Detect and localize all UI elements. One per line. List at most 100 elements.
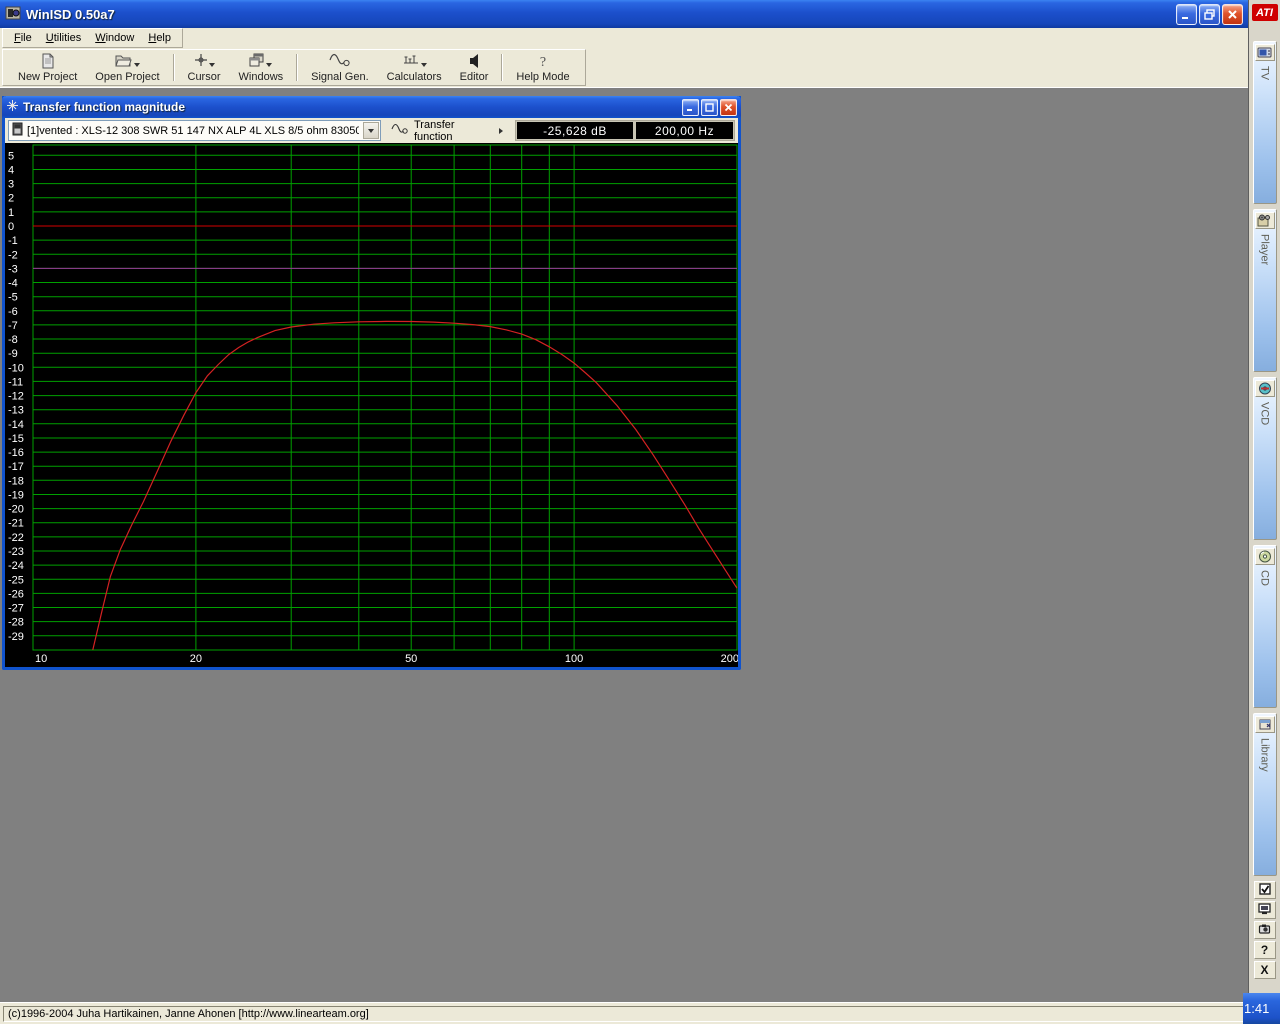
ati-desktop-button[interactable] — [1254, 921, 1276, 939]
svg-text:?: ? — [540, 55, 546, 69]
library-icon — [1255, 716, 1275, 733]
y-tick-label: -1 — [8, 235, 18, 247]
ati-launchpad: ATI TV Player VCD CD Library ? X — [1248, 0, 1280, 1024]
magnitude-readout: -25,628 dB — [517, 122, 633, 139]
ati-button-cd[interactable]: CD — [1253, 545, 1277, 708]
toolbar-separator — [501, 54, 503, 81]
child-minimize-button[interactable] — [682, 99, 699, 116]
status-bar: (c)1996-2004 Juha Hartikainen, Janne Aho… — [0, 1002, 1248, 1024]
x-tick-label: 200 — [721, 653, 738, 665]
chevron-down-icon — [368, 129, 374, 133]
y-tick-label: 4 — [8, 165, 14, 177]
cd-icon — [1255, 548, 1275, 565]
ati-logo: ATI — [1252, 4, 1278, 21]
project-selector[interactable]: [1]vented : XLS-12 308 SWR 51 147 NX ALP… — [8, 120, 381, 141]
window-controls — [1176, 4, 1243, 25]
ati-monitor-button[interactable] — [1254, 901, 1276, 919]
menu-utilities[interactable]: Utilities — [39, 30, 88, 47]
mdi-workspace: Transfer function magnitude [1]vented : … — [0, 88, 1248, 1002]
child-window-title: Transfer function magnitude — [23, 100, 185, 114]
y-tick-label: 5 — [8, 150, 14, 162]
calculators-icon — [402, 53, 420, 70]
toolbar-button-cursor[interactable]: Cursor — [179, 51, 230, 84]
toolbar-button-windows[interactable]: Windows — [230, 51, 293, 84]
ati-button-player[interactable]: Player — [1253, 209, 1277, 372]
toolbar-button-help-mode[interactable]: ?Help Mode — [507, 51, 578, 84]
y-tick-label: -28 — [8, 617, 24, 629]
toolbar-separator — [173, 54, 175, 81]
project-selector-value: [1]vented : XLS-12 308 SWR 51 147 NX ALP… — [27, 125, 359, 137]
y-tick-label: -17 — [8, 461, 24, 473]
sine-icon — [391, 123, 409, 138]
player-icon — [1255, 212, 1275, 229]
y-tick-label: -21 — [8, 518, 24, 530]
child-window-controls — [682, 99, 737, 116]
ati-checklist-button[interactable] — [1254, 881, 1276, 899]
x-tick-label: 100 — [565, 653, 583, 665]
y-tick-label: -2 — [8, 249, 18, 261]
toolbar-button-signal-gen[interactable]: Signal Gen. — [302, 51, 377, 84]
restore-button[interactable] — [1199, 4, 1220, 25]
menu-window[interactable]: Window — [88, 30, 141, 47]
y-tick-label: -20 — [8, 504, 24, 516]
status-text: (c)1996-2004 Juha Hartikainen, Janne Aho… — [3, 1006, 1245, 1022]
signal-gen-icon — [329, 53, 351, 70]
check-icon — [1259, 883, 1271, 898]
child-titlebar[interactable]: Transfer function magnitude — [2, 96, 741, 118]
main-titlebar[interactable]: WinISD 0.50a7 — [0, 0, 1248, 28]
chevron-down-icon — [209, 63, 215, 67]
y-tick-label: -26 — [8, 588, 24, 600]
project-selector-dropdown-button[interactable] — [363, 122, 379, 139]
y-tick-label: -3 — [8, 263, 18, 275]
cursor-readouts: -25,628 dB 200,00 Hz — [515, 120, 735, 141]
ati-close-button[interactable]: X — [1254, 961, 1276, 979]
y-tick-label: -27 — [8, 603, 24, 615]
desktop-icon — [1258, 923, 1271, 938]
help-mode-icon: ? — [537, 53, 549, 72]
y-tick-label: -13 — [8, 405, 24, 417]
winisd-main-window: WinISD 0.50a7 FileUtilitiesWindowHelp Ne… — [0, 0, 1248, 1024]
x-tick-label: 10 — [35, 653, 47, 665]
y-tick-label: -8 — [8, 334, 18, 346]
toolbar-button-open-project[interactable]: Open Project — [86, 51, 168, 84]
y-tick-label: -19 — [8, 490, 24, 502]
toolbar-button-calculators[interactable]: Calculators — [378, 51, 451, 84]
y-tick-label: -16 — [8, 447, 24, 459]
menu-file[interactable]: File — [7, 30, 39, 47]
y-tick-label: -5 — [8, 292, 18, 304]
child-maximize-button[interactable] — [701, 99, 718, 116]
menu-help[interactable]: Help — [141, 30, 178, 47]
y-tick-label: -29 — [8, 631, 24, 643]
chevron-right-icon — [499, 128, 503, 134]
chevron-down-icon — [266, 63, 272, 67]
ati-help-button[interactable]: ? — [1254, 941, 1276, 959]
child-close-button[interactable] — [720, 99, 737, 116]
menu-bar: FileUtilitiesWindowHelp — [0, 28, 1248, 48]
minimize-button[interactable] — [1176, 4, 1197, 25]
ati-button-vcd[interactable]: VCD — [1253, 377, 1277, 540]
main-window-title: WinISD 0.50a7 — [26, 7, 115, 22]
crosshair-icon — [6, 99, 19, 115]
y-tick-label: -25 — [8, 574, 24, 586]
y-tick-label: -14 — [8, 419, 24, 431]
y-tick-label: -9 — [8, 348, 18, 360]
y-tick-label: 1 — [8, 207, 14, 219]
chevron-down-icon — [421, 63, 427, 67]
y-tick-label: -12 — [8, 391, 24, 403]
y-tick-label: -18 — [8, 475, 24, 487]
graph-type-button[interactable]: Transfer function — [384, 120, 510, 141]
winisd-app-icon — [5, 5, 21, 24]
chevron-down-icon — [134, 63, 140, 67]
transfer-function-chart[interactable]: 543210-1-2-3-4-5-6-7-8-9-10-11-12-13-14-… — [5, 143, 738, 667]
transfer-function-window: Transfer function magnitude [1]vented : … — [2, 96, 741, 670]
y-tick-label: -11 — [8, 376, 23, 388]
desktop: WinISD 0.50a7 FileUtilitiesWindowHelp Ne… — [0, 0, 1280, 1024]
toolbar-button-new-project[interactable]: New Project — [9, 51, 86, 84]
new-project-icon — [41, 53, 55, 72]
x-tick-label: 20 — [190, 653, 202, 665]
ati-button-library[interactable]: Library — [1253, 713, 1277, 876]
ati-button-tv[interactable]: TV — [1253, 41, 1277, 204]
monitor-icon — [1258, 903, 1271, 918]
toolbar-button-editor[interactable]: Editor — [451, 51, 498, 84]
close-button[interactable] — [1222, 4, 1243, 25]
